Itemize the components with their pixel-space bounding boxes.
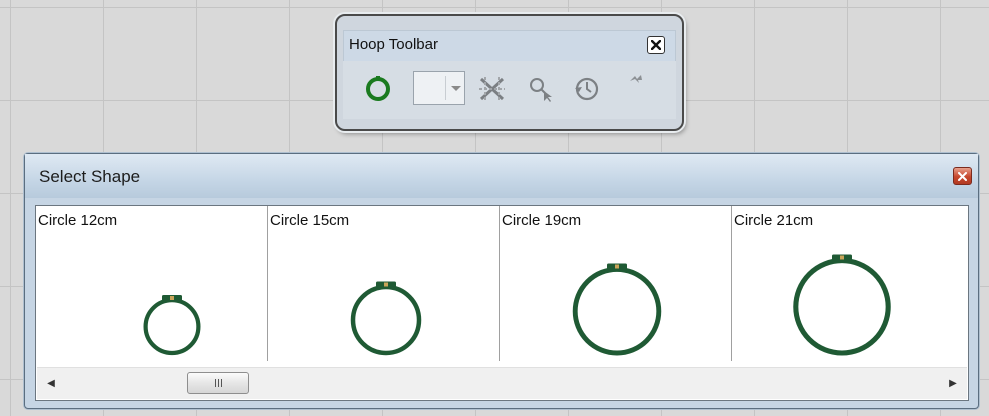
hoop-options-button[interactable] — [625, 71, 647, 97]
shape-item[interactable]: Circle 21cm — [732, 206, 965, 361]
green-hoop-icon — [366, 76, 390, 101]
shape-item[interactable]: Circle 15cm — [268, 206, 500, 361]
select-shape-titlebar[interactable]: Select Shape — [25, 154, 978, 198]
hoop-combo-dropdown[interactable] — [413, 71, 465, 105]
hoop-toolbar-title: Hoop Toolbar — [349, 36, 438, 53]
hoop-ring — [143, 298, 201, 356]
chevron-down-icon — [451, 86, 461, 91]
shape-list-frame: Circle 12cm Circle 15cm Circle 19cm Circle … — [35, 205, 969, 401]
crossed-stitch-icon — [479, 77, 505, 101]
hoop-toolbar-titlebar[interactable]: Hoop Toolbar — [343, 30, 676, 62]
shape-item[interactable]: Circle 19cm — [500, 206, 732, 361]
combo-separator — [445, 76, 446, 100]
hoop-screw — [615, 264, 619, 269]
hoop-icon — [572, 263, 662, 356]
scroll-left-button[interactable]: ◀ — [40, 368, 62, 399]
close-icon — [958, 171, 967, 181]
hoop-screw — [384, 282, 388, 287]
small-arrow-icon — [630, 75, 642, 83]
shape-item[interactable]: Circle 12cm — [36, 206, 268, 361]
hoop-icon — [350, 281, 422, 356]
select-shape-title: Select Shape — [39, 167, 141, 186]
hoop-toolbar-body — [343, 61, 676, 119]
close-icon — [651, 40, 661, 50]
zoom-select-button[interactable] — [525, 71, 555, 109]
arrow-right-icon: ▶ — [949, 378, 957, 389]
shape-list: Circle 12cm Circle 15cm Circle 19cm Circle … — [36, 206, 968, 361]
hoop-select-button[interactable] — [361, 71, 395, 109]
hoop-icon — [143, 295, 201, 356]
horizontal-scrollbar[interactable]: ◀ ▶ — [37, 367, 967, 399]
select-shape-close-button[interactable] — [953, 167, 972, 185]
grip-icon — [214, 379, 222, 387]
hoop-ring — [793, 258, 891, 356]
hoop-screw — [840, 255, 844, 260]
hoop-icon — [793, 254, 891, 356]
hoop-screw — [170, 296, 174, 300]
rotate-hoop-button[interactable] — [571, 71, 603, 109]
scroll-thumb[interactable] — [187, 372, 249, 394]
arrow-left-icon: ◀ — [47, 378, 55, 389]
hoop-ring — [350, 284, 422, 356]
magnifier-pointer-icon — [530, 78, 552, 102]
hoop-toolbar: Hoop Toolbar — [335, 14, 684, 131]
clock-arrow-icon — [575, 77, 599, 101]
remove-hoop-button[interactable] — [475, 71, 509, 109]
hoop-toolbar-close-button[interactable] — [647, 36, 665, 54]
hoop-ring — [572, 266, 662, 356]
scroll-right-button[interactable]: ▶ — [942, 368, 964, 399]
select-shape-window: Select Shape Circle 12cm Circle 15cm Circl… — [24, 153, 979, 409]
